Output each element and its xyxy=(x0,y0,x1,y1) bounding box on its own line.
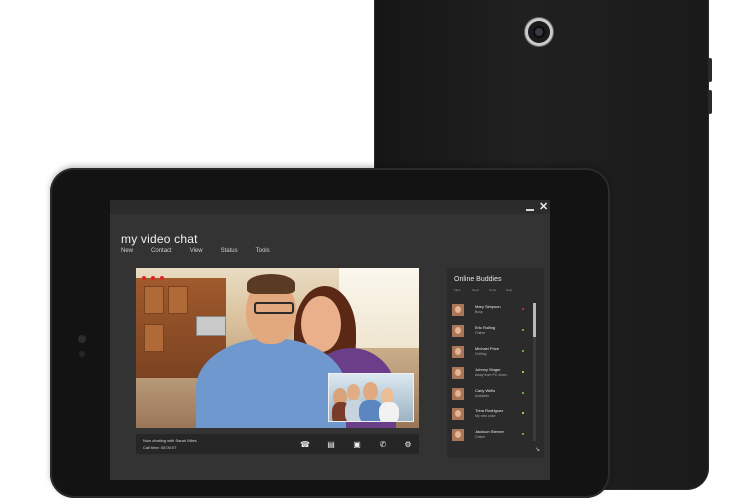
app-title: my video chat xyxy=(121,232,198,246)
recording-indicator-icon xyxy=(151,276,155,280)
buddies-tab-files[interactable]: Files xyxy=(454,288,460,292)
buddy-name: Jackson Sterner xyxy=(475,429,504,434)
menu-item-tools[interactable]: Tools xyxy=(256,248,270,254)
avatar xyxy=(452,429,464,441)
menu-item-status[interactable]: Status xyxy=(221,248,238,254)
avatar xyxy=(452,388,464,400)
buddy-item[interactable]: Trina Rodriguez My new color xyxy=(452,406,534,424)
buddy-name: Trina Rodriguez xyxy=(475,408,504,413)
camera-icon[interactable]: ▣ xyxy=(352,440,362,450)
window-title-bar xyxy=(110,200,550,214)
buddy-status: Away from PC since... xyxy=(475,373,510,377)
presence-dot-icon xyxy=(522,412,524,414)
buddy-item[interactable]: Mary Simpson Busy xyxy=(452,302,534,320)
video-scene-microwave xyxy=(196,316,226,336)
menu-bar: New Contact View Status Tools xyxy=(121,248,288,254)
close-button[interactable]: ✕ xyxy=(539,201,548,213)
pip-person xyxy=(347,384,360,401)
front-camera-icon xyxy=(78,335,86,343)
call-transfer-icon[interactable]: ✆ xyxy=(378,440,388,450)
buddies-title: Online Buddies xyxy=(454,276,502,283)
power-button xyxy=(708,90,712,114)
presence-dot-icon xyxy=(522,392,524,394)
video-scene-detail xyxy=(144,324,164,352)
menu-item-new[interactable]: New xyxy=(121,248,133,254)
avatar xyxy=(452,408,464,420)
presence-dot-icon xyxy=(522,433,524,435)
message-icon[interactable]: ▤ xyxy=(326,440,336,450)
pip-person xyxy=(379,402,399,421)
avatar xyxy=(452,367,464,379)
call-status-bar xyxy=(136,434,419,454)
presence-dot-icon xyxy=(522,308,524,310)
buddy-status: Chilling xyxy=(475,352,487,356)
buddy-name: Carly Wells xyxy=(475,388,496,393)
buddy-status: Busy xyxy=(475,310,483,314)
buddy-name: Mary Simpson xyxy=(475,304,501,309)
buddy-item[interactable]: Carly Wells Available xyxy=(452,386,534,404)
recording-indicator-icon xyxy=(142,276,146,280)
gear-icon[interactable]: ⚙ xyxy=(403,440,413,450)
buddy-item[interactable]: Johnny Singer Away from PC since... xyxy=(452,365,534,383)
avatar xyxy=(452,346,464,358)
recording-indicator-icon xyxy=(160,276,164,280)
buddies-scrollbar-thumb[interactable] xyxy=(533,303,536,337)
buddy-item[interactable]: Eric Rolling Online xyxy=(452,323,534,341)
self-view-pip[interactable] xyxy=(328,373,414,422)
volume-button xyxy=(708,58,712,82)
menu-item-contact[interactable]: Contact xyxy=(151,248,172,254)
buddy-status: Online xyxy=(475,435,486,439)
buddy-item[interactable]: Jackson Sterner Online xyxy=(452,427,534,445)
video-scene-detail xyxy=(168,286,188,314)
minimize-button[interactable] xyxy=(526,209,534,211)
buddy-name: Eric Rolling xyxy=(475,325,496,330)
buddy-item[interactable]: Michael Price Chilling xyxy=(452,344,534,362)
avatar xyxy=(452,325,464,337)
menu-item-view[interactable]: View xyxy=(190,248,203,254)
buddy-status: Online xyxy=(475,331,486,335)
buddy-name: Johnny Singer xyxy=(475,367,501,372)
phone-icon[interactable]: ☎ xyxy=(300,440,310,450)
video-scene-detail xyxy=(144,286,164,314)
buddies-tab-help[interactable]: Help xyxy=(506,288,512,292)
call-time-text: Call time: 00:00:07 xyxy=(143,445,177,450)
presence-dot-icon xyxy=(522,371,524,373)
avatar xyxy=(452,304,464,316)
call-status-text: Now chatting with Sarah Miles xyxy=(143,438,197,443)
buddies-tab-tools[interactable]: Tools xyxy=(489,288,496,292)
video-person xyxy=(254,302,294,314)
video-person xyxy=(247,274,295,294)
video-person xyxy=(196,338,346,428)
rear-camera-icon xyxy=(525,18,553,46)
presence-dot-icon xyxy=(522,329,524,331)
buddy-status: Available xyxy=(475,394,490,398)
presence-dot-icon xyxy=(522,350,524,352)
resize-handle-icon[interactable]: ↘ xyxy=(535,446,540,453)
buddies-tab-send[interactable]: Send xyxy=(472,288,479,292)
buddy-name: Michael Price xyxy=(475,346,500,351)
buddy-status: My new color xyxy=(475,414,496,418)
pip-person xyxy=(363,382,378,401)
light-sensor xyxy=(79,351,85,357)
